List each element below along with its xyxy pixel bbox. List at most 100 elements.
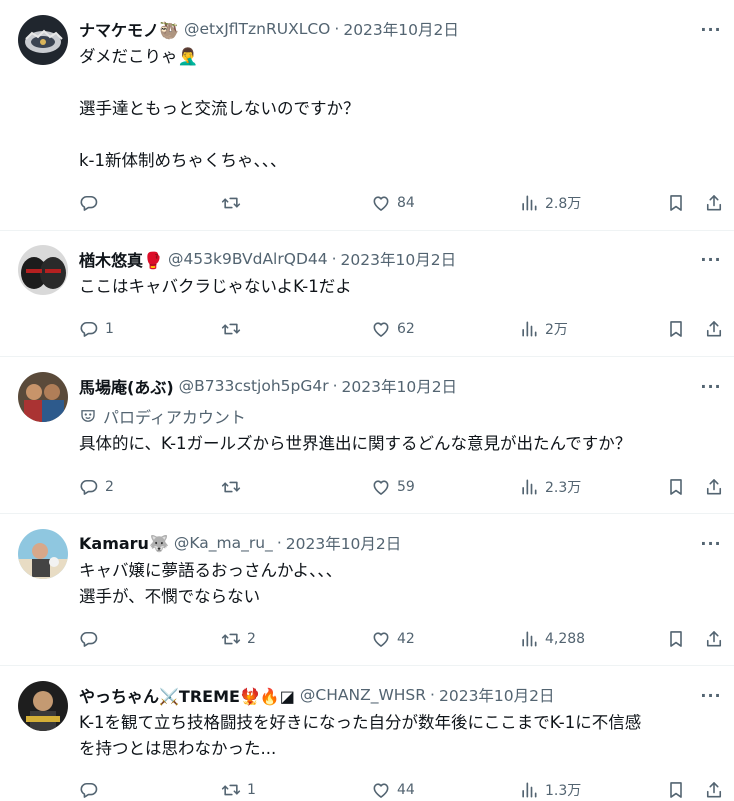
reply-button[interactable] [79,192,99,214]
display-name[interactable]: 馬場庵(あぶ) [79,374,174,398]
tweet-text-line: ダメだこりゃ🤦‍♂️ [79,47,199,66]
retweet-button[interactable]: 1 [221,779,256,801]
like-count: 84 [397,195,415,211]
views-button[interactable]: 4,288 [519,628,585,650]
display-name[interactable]: 楢木悠真🥊 [79,247,163,271]
retweet-button[interactable] [221,476,241,498]
tweet[interactable]: 馬場庵(あぶ) @B733cstjoh5pG4r · 2023年10月2日 ··… [0,357,734,514]
bookmark-button[interactable] [666,779,686,801]
views-button[interactable]: 2.8万 [519,192,581,214]
like-count: 44 [397,782,415,798]
user-handle[interactable]: @453k9BVdAlrQD44 [168,250,328,268]
reply-count: 1 [105,321,114,337]
like-count: 59 [397,479,415,495]
retweet-button[interactable]: 2 [221,628,256,650]
retweet-button[interactable] [221,318,241,340]
like-button[interactable]: 42 [371,628,415,650]
views-button[interactable]: 2.3万 [519,476,581,498]
more-icon[interactable]: ··· [700,375,722,397]
user-handle[interactable]: @Ka_ma_ru_ [174,534,273,552]
share-button[interactable] [704,476,724,498]
tweet-header: ナマケモノ🦥 @etxJflTznRUXLCO · 2023年10月2日 [79,18,722,40]
tweet[interactable]: ナマケモノ🦥 @etxJflTznRUXLCO · 2023年10月2日 ···… [0,0,734,231]
views-icon [519,319,539,339]
like-button[interactable]: 59 [371,476,415,498]
share-button[interactable] [704,779,724,801]
like-icon [371,319,391,339]
bookmark-button[interactable] [666,318,686,340]
user-handle[interactable]: @CHANZ_WHSR [300,686,426,704]
like-button[interactable]: 44 [371,779,415,801]
reply-icon [79,780,99,800]
reply-button[interactable] [79,779,99,801]
action-bar: 84 2.8万 [79,192,722,214]
bookmark-icon [666,629,686,649]
share-icon [704,477,724,497]
avatar[interactable] [18,681,68,731]
reply-icon [79,193,99,213]
more-icon[interactable]: ··· [700,684,722,706]
separator-dot: · [334,20,340,38]
bookmark-button[interactable] [666,476,686,498]
retweet-icon [221,629,241,649]
avatar[interactable] [18,529,68,579]
avatar[interactable] [18,245,68,295]
share-button[interactable] [704,192,724,214]
like-count: 42 [397,631,415,647]
tweet-header: 馬場庵(あぶ) @B733cstjoh5pG4r · 2023年10月2日 [79,375,722,397]
reply-button[interactable] [79,628,99,650]
action-bar: 1 62 2万 [79,318,722,340]
tweet-text-line: ここはキャバクラじゃないよK-1だよ [79,277,352,296]
display-name[interactable]: Kamaru🐺 [79,534,169,553]
share-button[interactable] [704,628,724,650]
like-icon [371,477,391,497]
view-count: 2.8万 [545,196,582,212]
action-bar: 2 59 2.3万 [79,476,722,498]
share-icon [704,193,724,213]
reply-button[interactable]: 2 [79,476,114,498]
more-icon[interactable]: ··· [700,18,722,40]
tweet-date[interactable]: 2023年10月2日 [343,18,459,40]
views-button[interactable]: 2万 [519,318,568,340]
views-icon [519,780,539,800]
tweet-text-line: キャバ嬢に夢語るおっさんかよ、、、 [79,561,343,580]
display-name[interactable]: ナマケモノ🦥 [79,17,179,41]
tweet-date[interactable]: 2023年10月2日 [286,532,402,554]
more-icon[interactable]: ··· [700,532,722,554]
retweet-icon [221,477,241,497]
like-count: 62 [397,321,415,337]
tweet-header: やっちゃん⚔️TREME🐦‍🔥🔥◪ @CHANZ_WHSR · 2023年10月… [79,684,722,706]
share-icon [704,780,724,800]
retweet-icon [221,780,241,800]
tweet-text-line: 具体的に、K-1ガールズから世界進出に関するどんな意見が出たんですか？ [79,434,632,453]
tweet[interactable]: やっちゃん⚔️TREME🐦‍🔥🔥◪ @CHANZ_WHSR · 2023年10月… [0,666,734,801]
tweet-date[interactable]: 2023年10月2日 [439,684,555,706]
view-count: 4,288 [545,631,586,647]
tweet-date[interactable]: 2023年10月2日 [342,375,458,397]
user-handle[interactable]: @etxJflTznRUXLCO [184,20,330,38]
reply-button[interactable]: 1 [79,318,114,340]
bookmark-button[interactable] [666,628,686,650]
display-name[interactable]: やっちゃん⚔️TREME🐦‍🔥🔥◪ [79,683,295,707]
bookmark-button[interactable] [666,192,686,214]
like-icon [371,193,391,213]
tweet-header: Kamaru🐺 @Ka_ma_ru_ · 2023年10月2日 [79,532,722,554]
user-handle[interactable]: @B733cstjoh5pG4r [179,377,329,395]
like-button[interactable]: 62 [371,318,415,340]
more-icon[interactable]: ··· [700,248,722,270]
bookmark-icon [666,477,686,497]
tweet[interactable]: 楢木悠真🥊 @453k9BVdAlrQD44 · 2023年10月2日 ··· … [0,231,734,357]
like-button[interactable]: 84 [371,192,415,214]
tweet[interactable]: Kamaru🐺 @Ka_ma_ru_ · 2023年10月2日 ··· キャバ嬢… [0,514,734,666]
avatar[interactable] [18,372,68,422]
tweet-date[interactable]: 2023年10月2日 [341,248,457,270]
share-icon [704,319,724,339]
views-icon [519,477,539,497]
tweet-text-line: K-1を観て立ち技格闘技を好きになった自分が数年後にここまでK-1に不信感 [79,713,642,732]
reply-icon [79,319,99,339]
retweet-button[interactable] [221,192,241,214]
avatar[interactable] [18,15,68,65]
share-button[interactable] [704,318,724,340]
views-button[interactable]: 1.3万 [519,779,581,801]
bookmark-icon [666,780,686,800]
